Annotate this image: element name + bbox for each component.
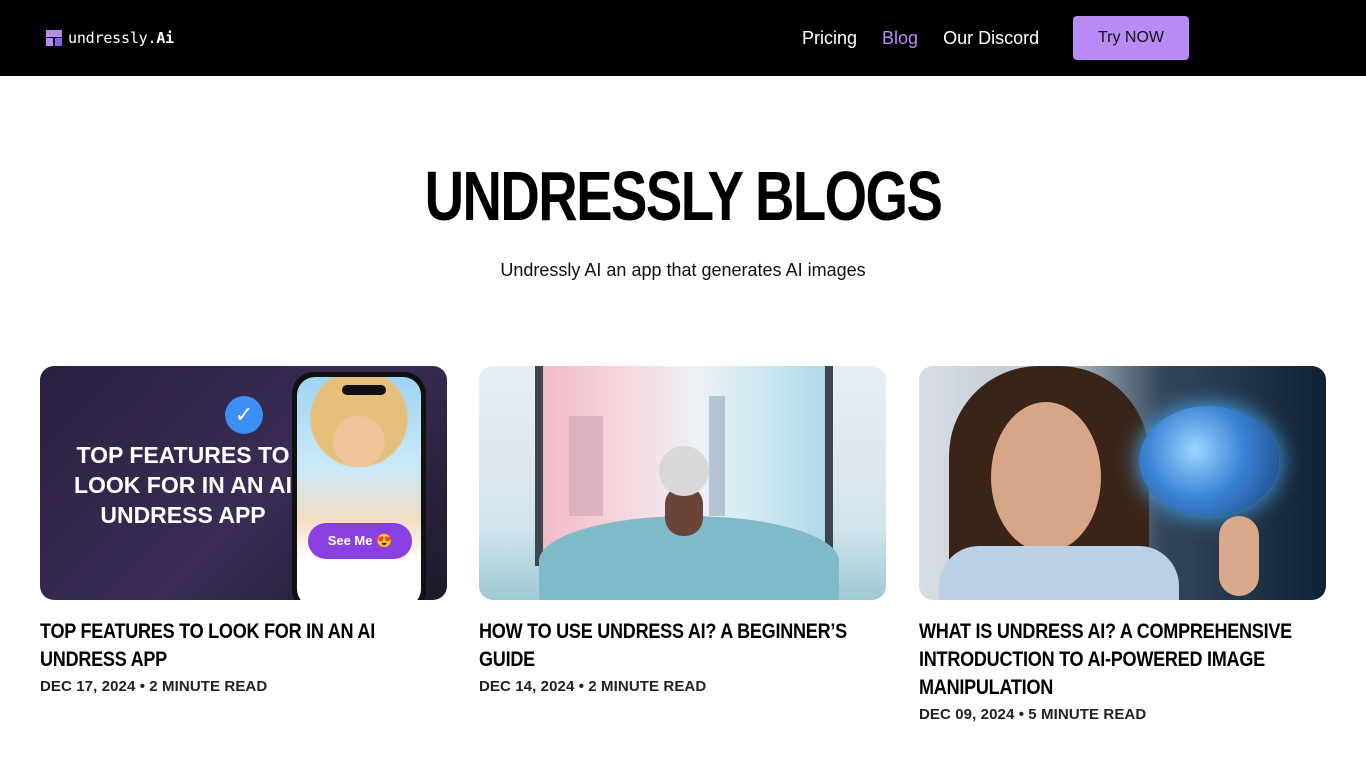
blog-card-image[interactable] [479, 366, 886, 600]
page-subtitle: Undressly AI an app that generates AI im… [500, 260, 866, 280]
phone-mockup [292, 372, 426, 600]
verified-check-icon: ✓ [225, 396, 263, 434]
blog-card-image[interactable]: ✓ TOP FEATURES TO LOOK FOR IN AN AI UNDR… [40, 366, 447, 600]
blog-card-title[interactable]: WHAT IS UNDRESS AI? A COMPREHENSIVE INTR… [919, 618, 1325, 702]
blog-card-meta: DEC 17, 2024 • 2 MINUTE READ [40, 678, 268, 695]
blog-card-meta: DEC 14, 2024 • 2 MINUTE READ [479, 678, 707, 695]
image-see-me-button: See Me 😍 [308, 523, 412, 559]
nav-link-discord[interactable]: Our Discord [943, 26, 1039, 50]
blog-card-image[interactable] [919, 366, 1326, 600]
nav-links: Pricing Blog Our Discord [802, 26, 1039, 50]
blog-card-title[interactable]: TOP FEATURES TO LOOK FOR IN AN AI UNDRES… [40, 618, 446, 674]
brain-illustration [1139, 406, 1279, 516]
logo-icon [46, 30, 62, 46]
logo-text: undressly.Ai [68, 29, 174, 47]
image-headline: TOP FEATURES TO LOOK FOR IN AN AI UNDRES… [73, 442, 293, 528]
page-title: UNDRESSLY BLOGS [424, 157, 943, 235]
blog-card[interactable]: ✓ TOP FEATURES TO LOOK FOR IN AN AI UNDR… [40, 366, 447, 695]
blog-card-title[interactable]: HOW TO USE UNDRESS AI? A BEGINNER’S GUID… [479, 618, 885, 674]
blog-card-meta: DEC 09, 2024 • 5 MINUTE READ [919, 706, 1147, 723]
nav-link-pricing[interactable]: Pricing [802, 26, 857, 50]
nav-link-blog[interactable]: Blog [882, 26, 918, 50]
try-now-button[interactable]: Try NOW [1073, 16, 1189, 60]
logo[interactable]: undressly.Ai [46, 28, 174, 48]
blog-card[interactable]: HOW TO USE UNDRESS AI? A BEGINNER’S GUID… [479, 366, 886, 695]
top-navbar: undressly.Ai Pricing Blog Our Discord Tr… [0, 0, 1366, 76]
blog-card[interactable]: WHAT IS UNDRESS AI? A COMPREHENSIVE INTR… [919, 366, 1326, 723]
